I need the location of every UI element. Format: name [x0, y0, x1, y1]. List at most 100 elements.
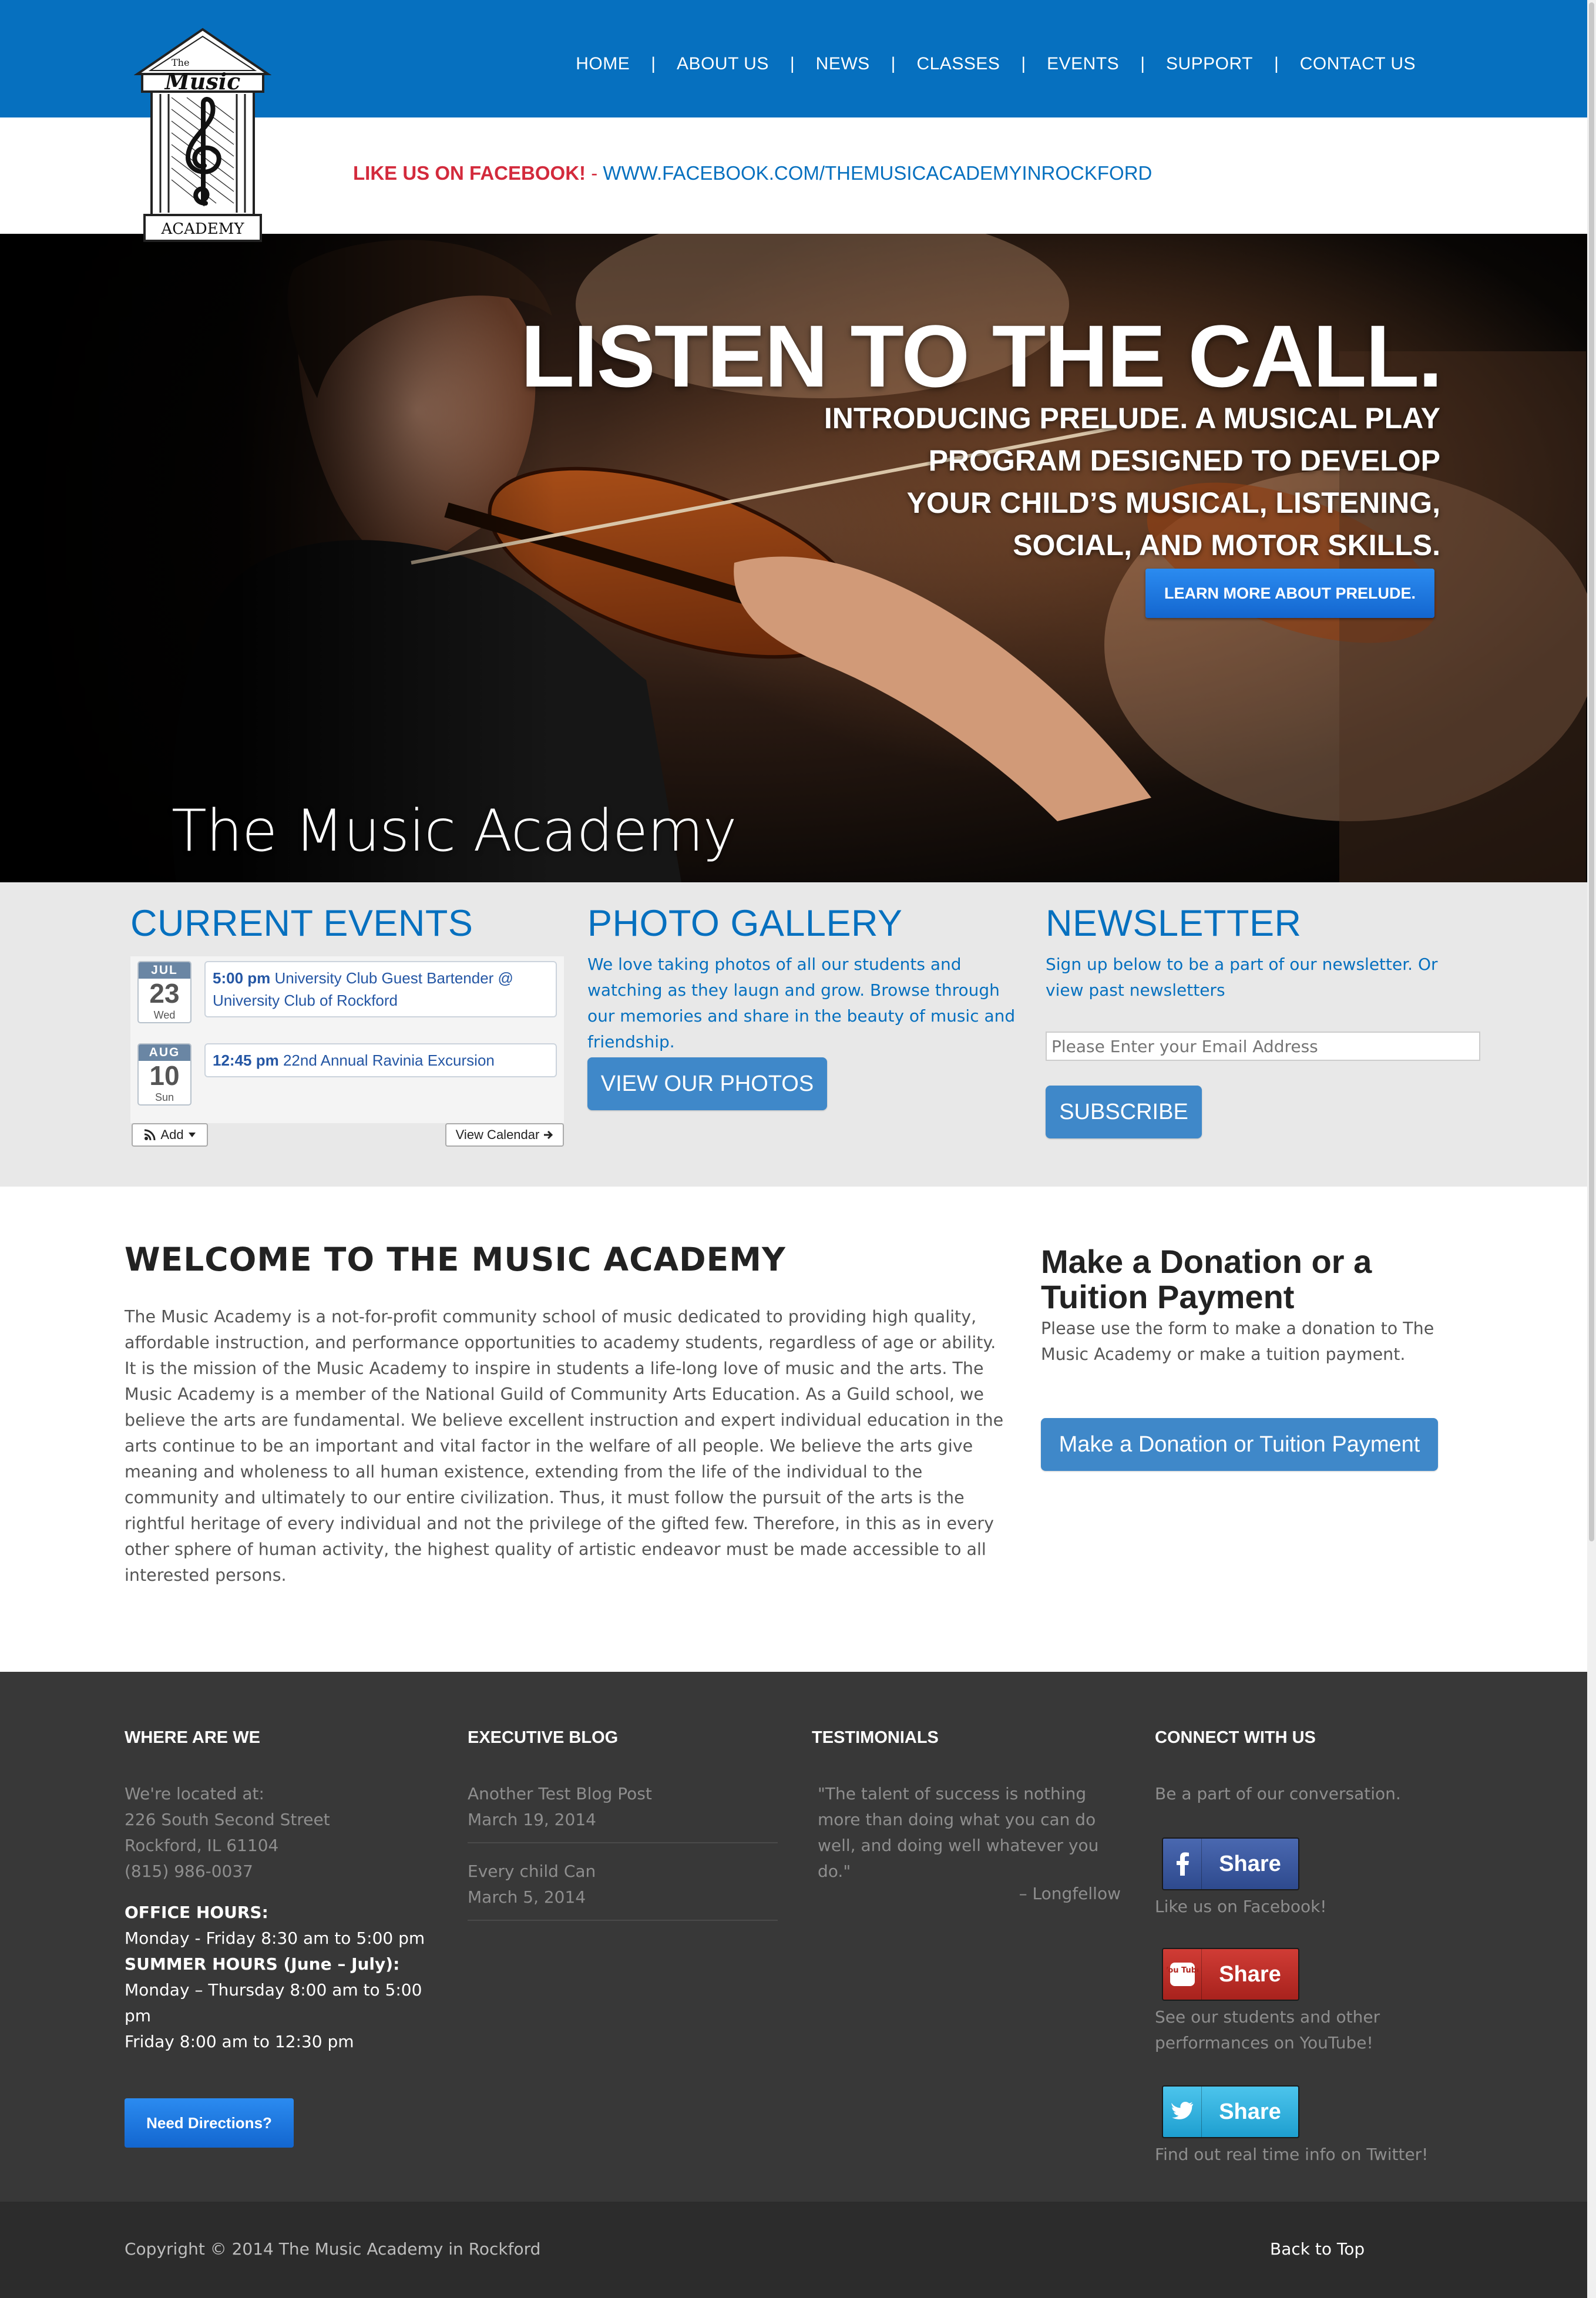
nav-separator: |: [1140, 54, 1145, 73]
facebook-share-button[interactable]: Share: [1162, 1837, 1299, 1890]
bottom-bar: Copyright © 2014 The Music Academy in Ro…: [0, 2202, 1587, 2298]
nav-separator: |: [1274, 54, 1279, 73]
facebook-icon: [1163, 1839, 1202, 1889]
nav-about-us[interactable]: ABOUT US: [677, 54, 769, 74]
facebook-label: LIKE US ON FACEBOOK!: [353, 162, 586, 184]
blog-post-title[interactable]: Another Test Blog Post: [468, 1781, 778, 1807]
share-label: Share: [1219, 1851, 1281, 1876]
view-calendar-label: View Calendar: [455, 1127, 540, 1142]
event-name: 22nd Annual Ravinia Excursion: [283, 1051, 495, 1069]
calendar-add-button[interactable]: Add: [132, 1123, 208, 1147]
youtube-icon-text: You Tube: [1167, 1966, 1198, 1975]
logo-music-text: Music: [164, 68, 241, 95]
blog-post-title[interactable]: Every child Can: [468, 1859, 778, 1884]
caret-down-icon: [188, 1133, 196, 1137]
arrow-right-icon: [544, 1130, 553, 1140]
date-badge: AUG 10 Sun: [137, 1043, 191, 1106]
office-hours: Monday - Friday 8:30 am to 5:00 pm: [125, 1929, 425, 1948]
hero-subtitle-line: INTRODUCING PRELUDE. A MUSICAL PLAY: [824, 402, 1440, 435]
nav-separator: |: [891, 54, 896, 73]
address-street: 226 South Second Street: [125, 1810, 330, 1829]
email-field[interactable]: [1046, 1032, 1480, 1061]
facebook-dash: -: [586, 162, 603, 184]
scrollbar-thumb[interactable]: [1589, 2, 1594, 1541]
newsletter-text: Sign up below to be a part of our newsle…: [1046, 955, 1438, 1000]
hero-subtitle-line: YOUR CHILD’S MUSICAL, LISTENING,: [906, 486, 1440, 519]
nav-contact-us[interactable]: CONTACT US: [1300, 54, 1416, 74]
newsletter-title: NEWSLETTER: [1046, 903, 1302, 944]
hero-caption: The Music Academy: [172, 798, 737, 865]
current-events-title: CURRENT EVENTS: [130, 903, 473, 944]
twitter-share-button[interactable]: Share: [1162, 2085, 1299, 2138]
view-calendar-button[interactable]: View Calendar: [445, 1123, 564, 1147]
date-badge: JUL 23 Wed: [137, 961, 191, 1023]
facebook-callout: LIKE US ON FACEBOOK! - WWW.FACEBOOK.COM/…: [353, 162, 1152, 184]
site-logo[interactable]: ACADEMY The Music: [133, 27, 272, 246]
event-time: 5:00 pm: [213, 969, 271, 987]
date-weekday: Sun: [154, 1091, 174, 1103]
twitter-bird-icon: [1163, 2087, 1202, 2137]
blog-post-date: March 5, 2014: [468, 1887, 586, 1907]
hero-subtitle-line: PROGRAM DESIGNED TO DEVELOP: [928, 444, 1440, 477]
address-city: Rockford, IL 61104: [125, 1836, 279, 1855]
nav-separator: |: [651, 54, 656, 73]
donation-button[interactable]: Make a Donation or Tuition Payment: [1041, 1418, 1438, 1471]
date-month: AUG: [139, 1044, 190, 1061]
date-weekday: Wed: [153, 1009, 176, 1021]
nav-classes[interactable]: CLASSES: [916, 54, 1000, 74]
share-label: Share: [1219, 1961, 1281, 1987]
event-link[interactable]: 5:00 pm University Club Guest Bartender …: [204, 961, 557, 1017]
summer-hours-title: SUMMER HOURS (June – July):: [125, 1954, 400, 1974]
facebook-link[interactable]: WWW.FACEBOOK.COM/THEMUSICACADEMYINROCKFO…: [603, 162, 1152, 184]
footer-testimonials-title: TESTIMONIALS: [812, 1728, 939, 1747]
footer-blog-title: EXECUTIVE BLOG: [468, 1728, 619, 1747]
back-to-top-link[interactable]: Back to Top: [1270, 2239, 1365, 2259]
youtube-share-button[interactable]: You Tube Share: [1162, 1948, 1299, 2001]
nav-events[interactable]: EVENTS: [1047, 54, 1119, 74]
donation-title: Make a Donation or a Tuition Payment: [1041, 1243, 1372, 1315]
widget-area: CURRENT EVENTS JUL 23 Wed 5:00 pm Univer…: [0, 882, 1587, 1187]
date-day: 23: [149, 978, 180, 1009]
subscribe-button[interactable]: SUBSCRIBE: [1046, 1086, 1202, 1138]
nav-home[interactable]: HOME: [576, 54, 630, 74]
calendar-add-label: Add: [160, 1127, 184, 1142]
photo-gallery-text: We love taking photos of all our student…: [587, 955, 1016, 1051]
office-hours-title: OFFICE HOURS:: [125, 1903, 268, 1922]
hero-title: LISTEN TO THE CALL.: [520, 307, 1443, 405]
share-label: Share: [1219, 2099, 1281, 2124]
footer-address: We're located at: 226 South Second Stree…: [125, 1781, 430, 2055]
address-phone: (815) 986-0037: [125, 1862, 253, 1881]
photo-gallery-title: PHOTO GALLERY: [587, 903, 903, 944]
event-time: 12:45 pm: [213, 1051, 279, 1069]
need-directions-button[interactable]: Need Directions?: [125, 2098, 294, 2148]
learn-more-prelude-button[interactable]: LEARN MORE ABOUT PRELUDE.: [1145, 569, 1434, 618]
summer-hours-1: Monday – Thursday 8:00 am to 5:00 pm: [125, 1980, 422, 2025]
nav-news[interactable]: NEWS: [816, 54, 870, 74]
event-link[interactable]: 12:45 pm 22nd Annual Ravinia Excursion: [204, 1043, 557, 1077]
view-photos-button[interactable]: VIEW OUR PHOTOS: [587, 1057, 827, 1110]
donation-text: Please use the form to make a donation t…: [1041, 1319, 1434, 1364]
nav-separator: |: [789, 54, 795, 73]
blog-post-date: March 19, 2014: [468, 1810, 596, 1829]
copyright-text: Copyright © 2014 The Music Academy in Ro…: [125, 2239, 541, 2259]
nav-support[interactable]: SUPPORT: [1166, 54, 1253, 74]
page-scrollbar[interactable]: [1587, 0, 1596, 2298]
welcome-title: WELCOME TO THE MUSIC ACADEMY: [125, 1241, 786, 1278]
logo-the-text: The: [172, 57, 189, 68]
main-nav: HOME | ABOUT US | NEWS | CLASSES | EVENT…: [576, 54, 1416, 74]
testimonial-quote: "The talent of success is nothing more t…: [818, 1784, 1099, 1881]
footer-connect-title: CONNECT WITH US: [1155, 1728, 1316, 1747]
footer: WHERE ARE WE We're located at: 226 South…: [0, 1672, 1587, 2202]
nav-separator: |: [1021, 54, 1026, 73]
blog-post: Another Test Blog Post March 19, 2014: [468, 1781, 778, 1843]
footer-where-title: WHERE ARE WE: [125, 1728, 260, 1747]
hero-subtitle: INTRODUCING PRELUDE. A MUSICAL PLAY PROG…: [794, 397, 1440, 566]
rss-icon: [145, 1129, 156, 1141]
date-day: 10: [149, 1060, 180, 1091]
summer-hours-2: Friday 8:00 am to 12:30 pm: [125, 2032, 354, 2051]
welcome-body: The Music Academy is a not-for-profit co…: [125, 1307, 1004, 1585]
facebook-caption: Like us on Facebook!: [1155, 1897, 1327, 1916]
hero-subtitle-line: SOCIAL, AND MOTOR SKILLS.: [1013, 529, 1440, 562]
twitter-caption: Find out real time info on Twitter!: [1155, 2145, 1429, 2164]
testimonial-author: – Longfellow: [1019, 1884, 1121, 1903]
